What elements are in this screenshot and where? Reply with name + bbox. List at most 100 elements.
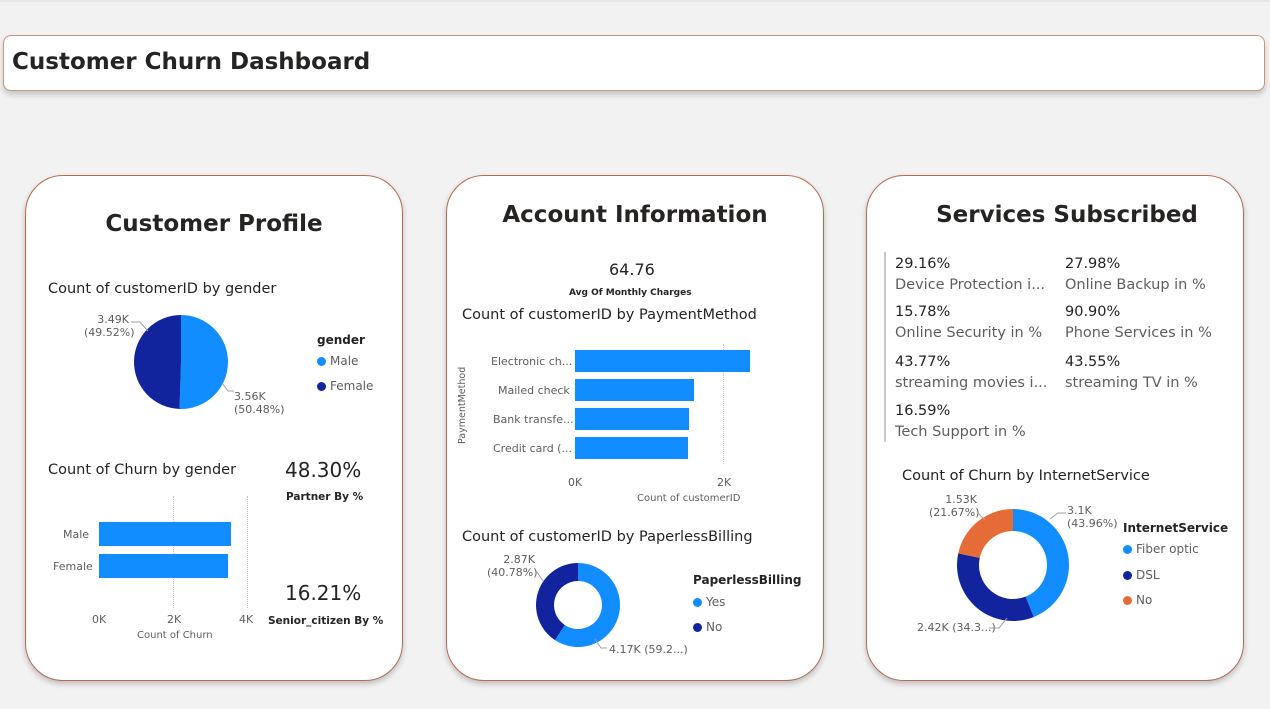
payment-x-axis-label: Count of customerID	[637, 493, 741, 504]
male-leader-line	[221, 382, 234, 392]
legend-dot-paperless-no	[693, 622, 702, 632]
dashboard-header: Customer Churn Dashboard	[3, 35, 1265, 91]
payment-bar-credit[interactable]	[575, 437, 688, 459]
stat-online-security-label: Online Security in %	[895, 325, 1043, 341]
avg-monthly-value: 64.76	[609, 260, 655, 279]
legend-item-female[interactable]: Female	[317, 379, 373, 393]
legend-item-paperless-no[interactable]: No	[693, 620, 722, 634]
stat-tech-support-label: Tech Support in %	[895, 424, 1026, 440]
paperless-donut-title[interactable]: Count of customerID by PaperlessBilling	[462, 529, 753, 545]
internet-no-pct: (21.67%)	[929, 506, 980, 519]
paperless-yes-leader-line	[594, 638, 607, 649]
internet-legend-title: InternetService	[1123, 521, 1229, 535]
churn-tick-0k: 0K	[92, 613, 107, 626]
internet-dsl-leader-line	[989, 617, 1008, 629]
account-information-title: Account Information	[502, 202, 768, 228]
internet-no-value: 1.53K	[945, 493, 977, 506]
internet-fiber-pct: (43.96%)	[1067, 517, 1118, 530]
legend-dot-male	[317, 356, 326, 366]
payment-y-axis-label: PaymentMethod	[457, 366, 468, 444]
payment-tick-2k: 2K	[717, 476, 732, 489]
churn-bar-male[interactable]	[99, 522, 231, 546]
payment-tick-0k: 0K	[568, 476, 583, 489]
payment-bar-mailed[interactable]	[575, 379, 695, 401]
legend-label-fiber: Fiber optic	[1136, 542, 1199, 556]
churn-x-axis-label: Count of Churn	[137, 630, 213, 641]
customer-profile-card: Customer Profile Count of customerID by …	[25, 175, 403, 681]
partner-kpi-value: 48.30%	[285, 458, 362, 482]
internet-label-dsl: 2.42K (34.3...)	[917, 621, 996, 634]
services-subscribed-card: Services Subscribed 29.16% Device Protec…	[866, 175, 1244, 681]
male-pct-label: (50.48%)	[234, 403, 285, 416]
male-value-label: 3.56K	[234, 390, 266, 403]
stat-phone-services-value: 90.90%	[1065, 304, 1121, 320]
services-subscribed-title: Services Subscribed	[936, 202, 1198, 228]
stat-online-backup-value: 27.98%	[1065, 256, 1121, 272]
payment-cat-mailed: Mailed check	[498, 384, 570, 397]
partner-kpi-caption: Partner By %	[286, 491, 364, 503]
stat-device-protection-value: 29.16%	[895, 256, 951, 272]
stat-online-backup-label: Online Backup in %	[1065, 277, 1206, 293]
legend-item-paperless-yes[interactable]: Yes	[693, 595, 725, 609]
churn-grid-4k	[247, 496, 248, 608]
legend-label-paperless-no: No	[706, 620, 723, 634]
stat-streaming-tv-value: 43.55%	[1065, 354, 1121, 370]
payment-bar-bank[interactable]	[575, 408, 690, 430]
churn-cat-female: Female	[53, 560, 93, 573]
senior-kpi-caption: Senior_citizen By %	[268, 615, 384, 627]
legend-item-male[interactable]: Male	[317, 354, 358, 368]
customer-profile-title: Customer Profile	[105, 211, 323, 237]
legend-dot-dsl	[1123, 570, 1132, 580]
legend-dot-fiber	[1123, 544, 1132, 554]
payment-cat-credit: Credit card (...	[493, 442, 572, 455]
internet-label-fiber: 3.1K (43.96%)	[1067, 504, 1118, 530]
avg-monthly-caption: Avg Of Monthly Charges	[569, 288, 692, 298]
legend-label-male: Male	[330, 354, 359, 368]
paperless-no-leader-line	[536, 571, 544, 582]
internet-fiber-value: 3.1K	[1067, 504, 1092, 517]
internet-donut-slice-dsl[interactable]	[957, 553, 1034, 621]
legend-label-no-internet: No	[1136, 593, 1153, 607]
internet-fiber-leader-line	[1049, 512, 1066, 520]
gender-legend-title: gender	[317, 333, 365, 347]
account-information-card: Account Information 64.76 Avg Of Monthly…	[446, 175, 824, 681]
paperless-label-no: 2.87K (40.78%)	[487, 553, 538, 579]
legend-item-dsl[interactable]: DSL	[1123, 568, 1160, 582]
stat-online-security-value: 15.78%	[895, 304, 951, 320]
payment-cat-bank: Bank transfe...	[493, 413, 574, 426]
paperless-no-pct: (40.78%)	[487, 566, 538, 579]
pie-label-female: 3.49K (49.52%)	[84, 313, 135, 339]
paperless-no-value: 2.87K	[503, 553, 535, 566]
page-title: Customer Churn Dashboard	[12, 49, 371, 75]
stat-tech-support-value: 16.59%	[895, 403, 951, 419]
top-divider	[0, 0, 1270, 2]
churn-grid-2k	[173, 496, 174, 608]
paperless-legend-title: PaperlessBilling	[693, 573, 802, 587]
payment-cat-electronic: Electronic ch...	[491, 355, 573, 368]
internet-no-leader-line	[976, 511, 986, 521]
stat-streaming-movies-value: 43.77%	[895, 354, 951, 370]
internet-donut-title[interactable]: Count of Churn by InternetService	[902, 468, 1150, 484]
churn-cat-male: Male	[63, 528, 90, 541]
female-leader-line	[131, 321, 149, 332]
churn-tick-4k: 4K	[239, 613, 254, 626]
legend-dot-no-internet	[1123, 595, 1132, 605]
legend-label-dsl: DSL	[1136, 568, 1160, 582]
services-stats-divider	[884, 252, 886, 442]
churn-bar-female[interactable]	[99, 554, 229, 578]
legend-item-no-internet[interactable]: No	[1123, 593, 1152, 607]
legend-item-fiber[interactable]: Fiber optic	[1123, 542, 1199, 556]
paperless-label-yes: 4.17K (59.2...)	[609, 643, 688, 656]
legend-dot-paperless-yes	[693, 597, 702, 607]
stat-phone-services-label: Phone Services in %	[1065, 325, 1212, 341]
female-pct-label: (49.52%)	[84, 326, 135, 339]
churn-tick-2k: 2K	[167, 613, 182, 626]
legend-label-paperless-yes: Yes	[706, 595, 726, 609]
churn-bar-title[interactable]: Count of Churn by gender	[48, 462, 236, 478]
gender-pie-title[interactable]: Count of customerID by gender	[48, 281, 276, 297]
legend-label-female: Female	[330, 379, 374, 393]
payment-bar-electronic[interactable]	[575, 350, 750, 372]
stat-streaming-movies-label: streaming movies i...	[895, 375, 1048, 391]
payment-bar-title[interactable]: Count of customerID by PaymentMethod	[462, 307, 757, 323]
stat-device-protection-label: Device Protection i...	[895, 277, 1046, 293]
